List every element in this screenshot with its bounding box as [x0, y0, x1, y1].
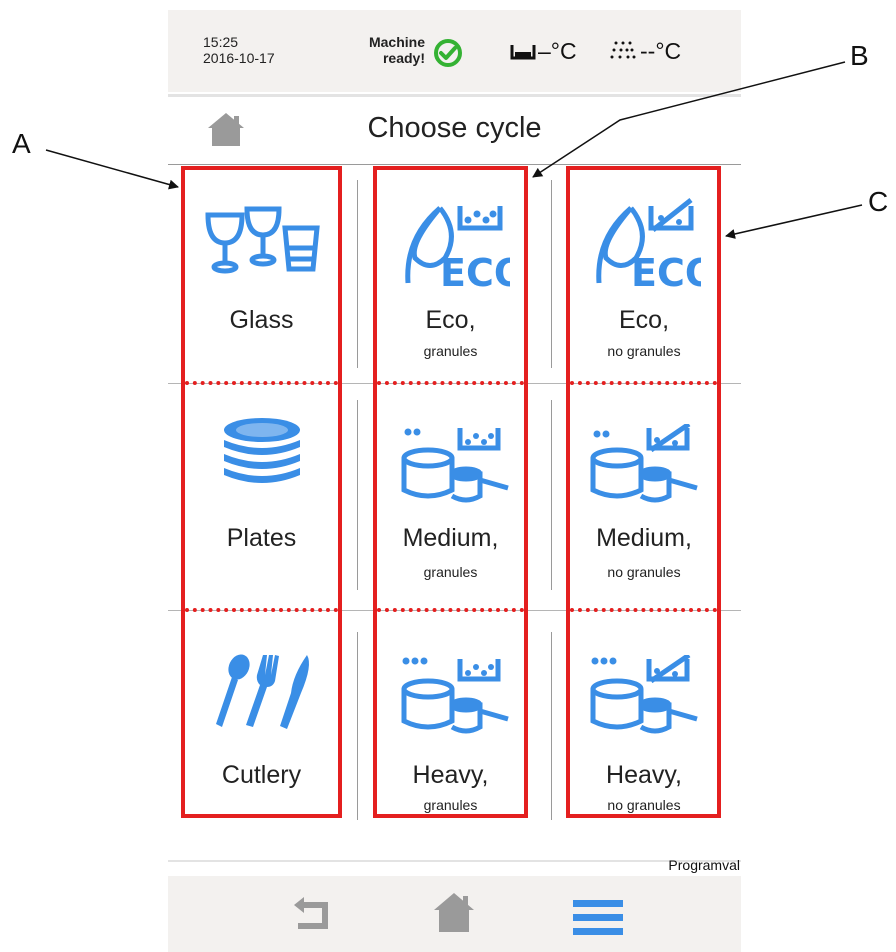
callout-arrow-a	[45, 149, 179, 190]
menu-icon[interactable]	[573, 898, 623, 938]
home-nav-icon[interactable]	[432, 890, 476, 934]
screen-name: Programval	[668, 857, 740, 873]
back-icon[interactable]	[290, 895, 338, 937]
callout-arrows	[45, 61, 863, 239]
callout-arrow-b	[532, 61, 846, 178]
callout-arrow-c	[725, 204, 863, 239]
